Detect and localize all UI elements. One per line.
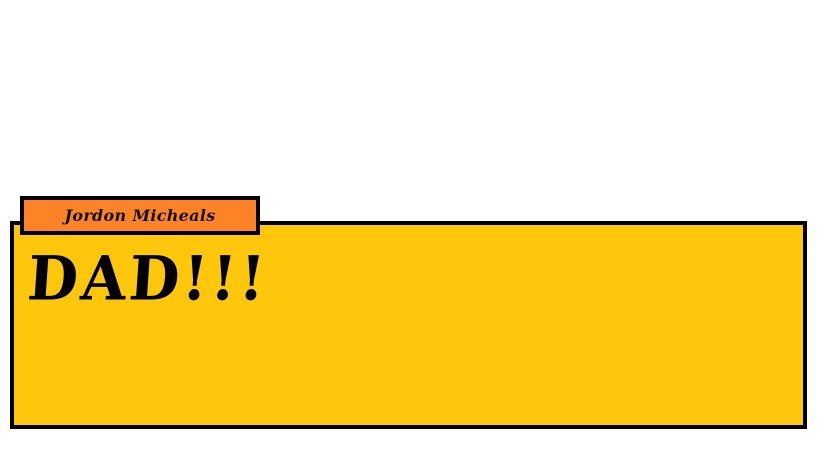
speaker-name-tag: Jordon Micheals <box>20 196 260 235</box>
dialog-text: DAD!!! <box>25 242 271 315</box>
speaker-name: Jordon Micheals <box>64 206 216 225</box>
game-scene: Jordon Micheals DAD!!! <box>0 0 819 460</box>
